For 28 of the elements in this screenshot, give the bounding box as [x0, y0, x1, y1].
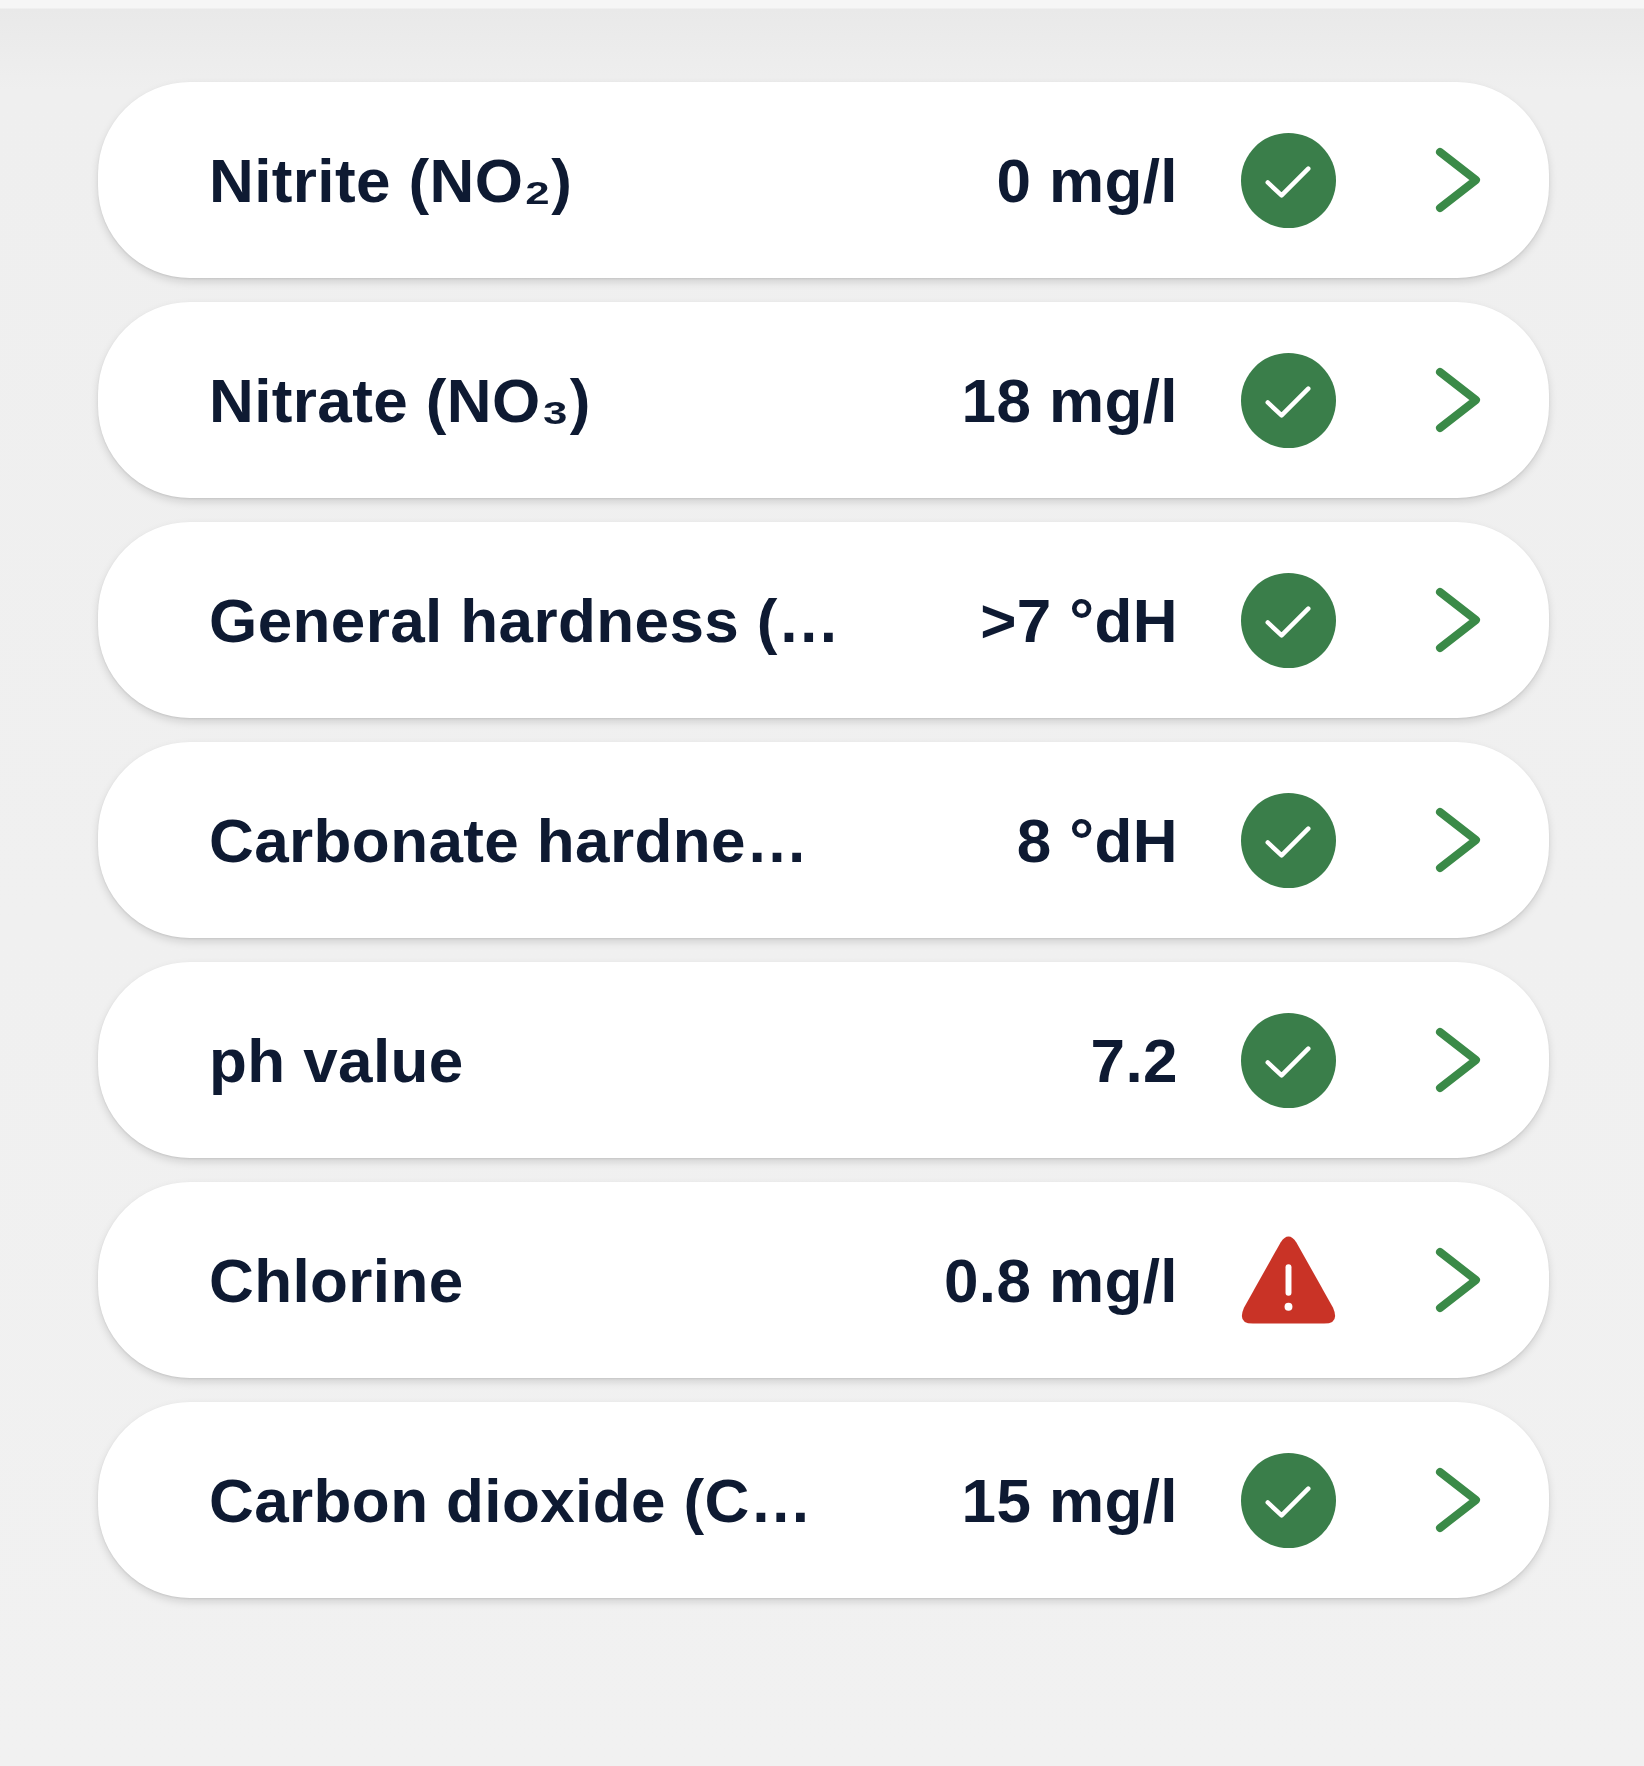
chevron-right-icon	[1435, 147, 1481, 213]
parameter-value: 18 mg/l	[961, 364, 1178, 436]
parameter-name: General hardness (…	[209, 584, 842, 656]
parameter-row[interactable]: Chlorine 0.8 mg/l	[98, 1182, 1549, 1378]
parameter-name: Chlorine	[209, 1244, 465, 1316]
parameter-row[interactable]: Carbonate hardne… 8 °dH	[98, 742, 1549, 938]
chevron-right-icon	[1435, 1027, 1481, 1093]
parameter-name: Nitrite (NO₂)	[209, 144, 574, 216]
chevron-right-icon	[1435, 367, 1481, 433]
chevron-right-icon	[1435, 807, 1481, 873]
parameter-name: Carbon dioxide (C…	[209, 1464, 814, 1536]
parameter-row[interactable]: ph value 7.2	[98, 962, 1549, 1158]
chevron-right-icon	[1435, 1467, 1481, 1533]
parameter-value: 7.2	[1090, 1024, 1178, 1096]
parameter-row[interactable]: Nitrate (NO₃) 18 mg/l	[98, 302, 1549, 498]
parameter-row[interactable]: Carbon dioxide (C… 15 mg/l	[98, 1402, 1549, 1598]
parameter-row[interactable]: Nitrite (NO₂) 0 mg/l	[98, 82, 1549, 278]
parameter-name: ph value	[209, 1024, 465, 1096]
parameter-name: Nitrate (NO₃)	[209, 364, 592, 436]
parameter-value: 0.8 mg/l	[943, 1244, 1178, 1316]
chevron-right-icon	[1435, 587, 1481, 653]
parameter-row[interactable]: General hardness (… >7 °dH	[98, 522, 1549, 718]
parameter-value: >7 °dH	[980, 584, 1178, 656]
parameter-value: 15 mg/l	[961, 1464, 1178, 1536]
parameter-value: 8 °dH	[1016, 804, 1178, 876]
parameter-name: Carbonate hardne…	[209, 804, 810, 876]
chevron-right-icon	[1435, 1247, 1481, 1313]
parameter-value: 0 mg/l	[996, 144, 1178, 216]
